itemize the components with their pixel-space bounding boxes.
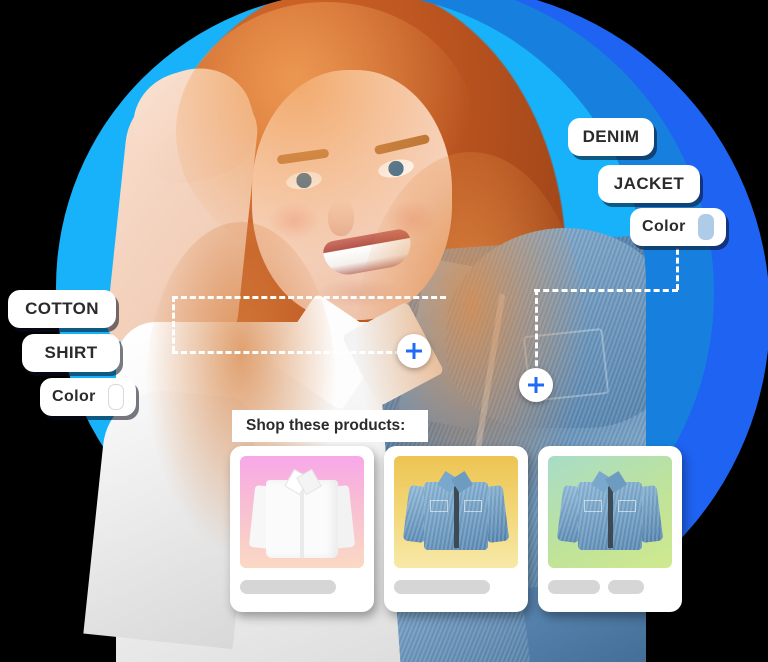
placeholder-bar [394,580,490,594]
tag-color-right-label: Color [642,218,686,235]
tag-denim-label: DENIM [582,127,640,146]
tag-jacket[interactable]: JACKET [598,165,700,203]
placeholder-bar [608,580,644,594]
product-image-jacket-light [394,456,518,568]
connector-left-vertical [172,296,175,352]
jacket-button-placket [454,486,459,548]
connector-left-top [172,296,446,299]
jacket-pocket-right [464,500,482,512]
tag-shirt[interactable]: SHIRT [22,334,120,372]
product-placeholder-bars [548,580,672,594]
product-card-jacket-blue[interactable] [538,446,682,612]
jacket-pocket-right [618,500,636,512]
color-swatch-right[interactable] [697,214,714,240]
hotspot-shirt[interactable] [397,334,431,368]
tag-color-left-label: Color [52,388,96,405]
tag-jacket-label: JACKET [613,174,685,193]
product-card-shirt[interactable] [230,446,374,612]
plus-icon [406,343,422,359]
tag-color-left[interactable]: Color [40,378,136,416]
placeholder-bar [548,580,600,594]
jacket-pocket-left [430,500,448,512]
jacket-pocket-left [584,500,602,512]
connector-right-vertical-top [676,240,679,290]
tag-color-right[interactable]: Color [630,208,726,246]
product-placeholder-bars [394,580,518,594]
jacket-button-placket [608,486,613,548]
product-placeholder-bars [240,580,364,594]
shoppable-image-widget: DENIM JACKET Color COTTON SHIRT Color Sh… [0,0,768,662]
tag-cotton[interactable]: COTTON [8,290,116,328]
connector-left-main [172,351,410,354]
plus-icon [528,377,544,393]
hotspot-jacket[interactable] [519,368,553,402]
product-image-shirt [240,456,364,568]
tag-shirt-label: SHIRT [44,343,98,362]
tag-denim[interactable]: DENIM [568,118,654,156]
placeholder-bar [240,580,336,594]
tag-cotton-label: COTTON [25,299,99,318]
product-card-jacket-light[interactable] [384,446,528,612]
connector-right-main [534,289,678,292]
product-image-jacket-blue [548,456,672,568]
shop-products-header: Shop these products: [232,410,428,442]
color-swatch-left[interactable] [107,384,124,410]
shirt-placket [300,486,304,558]
